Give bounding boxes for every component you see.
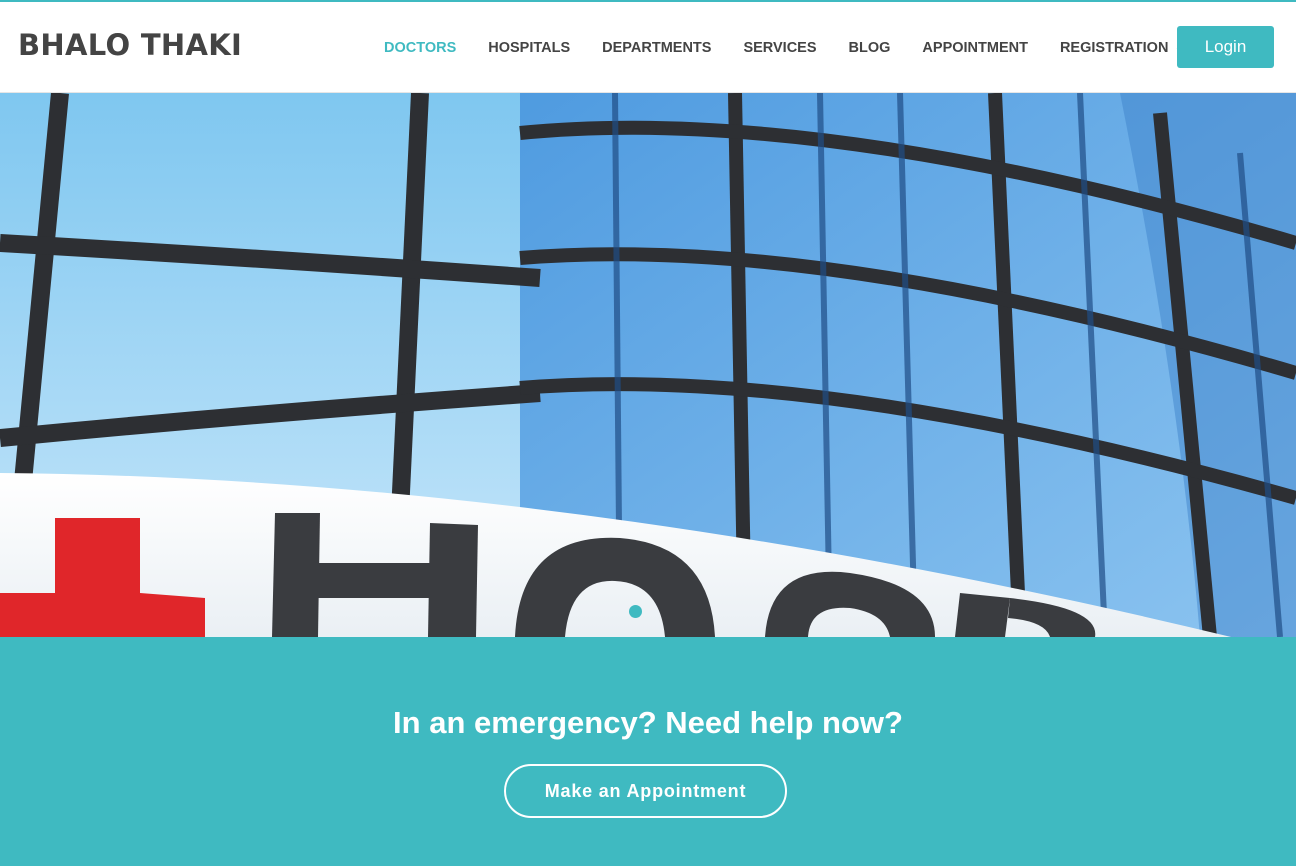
nav-item-doctors[interactable]: DOCTORS	[384, 40, 456, 56]
nav-item-label: REGISTRATION	[1059, 40, 1169, 56]
site-logo[interactable]: BHALO THAKI	[18, 28, 242, 62]
nav-item-departments[interactable]: DEPARTMENTS	[602, 40, 711, 56]
hero-slider	[0, 93, 1296, 637]
nav-item-services[interactable]: SERVICES	[743, 40, 816, 56]
nav-item-label: DEPARTMENTS	[602, 40, 712, 56]
nav-item-label: SERVICES	[743, 40, 817, 56]
make-appointment-button[interactable]: Make an Appointment	[504, 764, 787, 818]
main-navigation: DOCTORS HOSPITALS DEPARTMENTS SERVICES B…	[384, 36, 1218, 60]
nav-item-label: BLOG	[848, 40, 891, 56]
nav-item-blog[interactable]: BLOG	[849, 40, 891, 56]
nav-item-hospitals[interactable]: HOSPITALS	[488, 40, 570, 56]
site-header: BHALO THAKI DOCTORS HOSPITALS DEPARTMENT…	[0, 2, 1296, 93]
slider-dot[interactable]	[629, 605, 642, 618]
cta-heading: In an emergency? Need help now?	[393, 705, 903, 740]
nav-item-registration[interactable]: REGISTRATION	[1060, 40, 1186, 56]
emergency-cta-section: In an emergency? Need help now? Make an …	[0, 637, 1296, 866]
hospital-building-image	[0, 93, 1296, 637]
nav-item-label: HOSPITALS	[488, 40, 571, 56]
login-button[interactable]: Login	[1177, 26, 1274, 68]
nav-item-label: DOCTORS	[384, 40, 457, 56]
nav-item-appointment[interactable]: APPOINTMENT	[922, 40, 1028, 56]
nav-item-label: APPOINTMENT	[922, 40, 1028, 56]
